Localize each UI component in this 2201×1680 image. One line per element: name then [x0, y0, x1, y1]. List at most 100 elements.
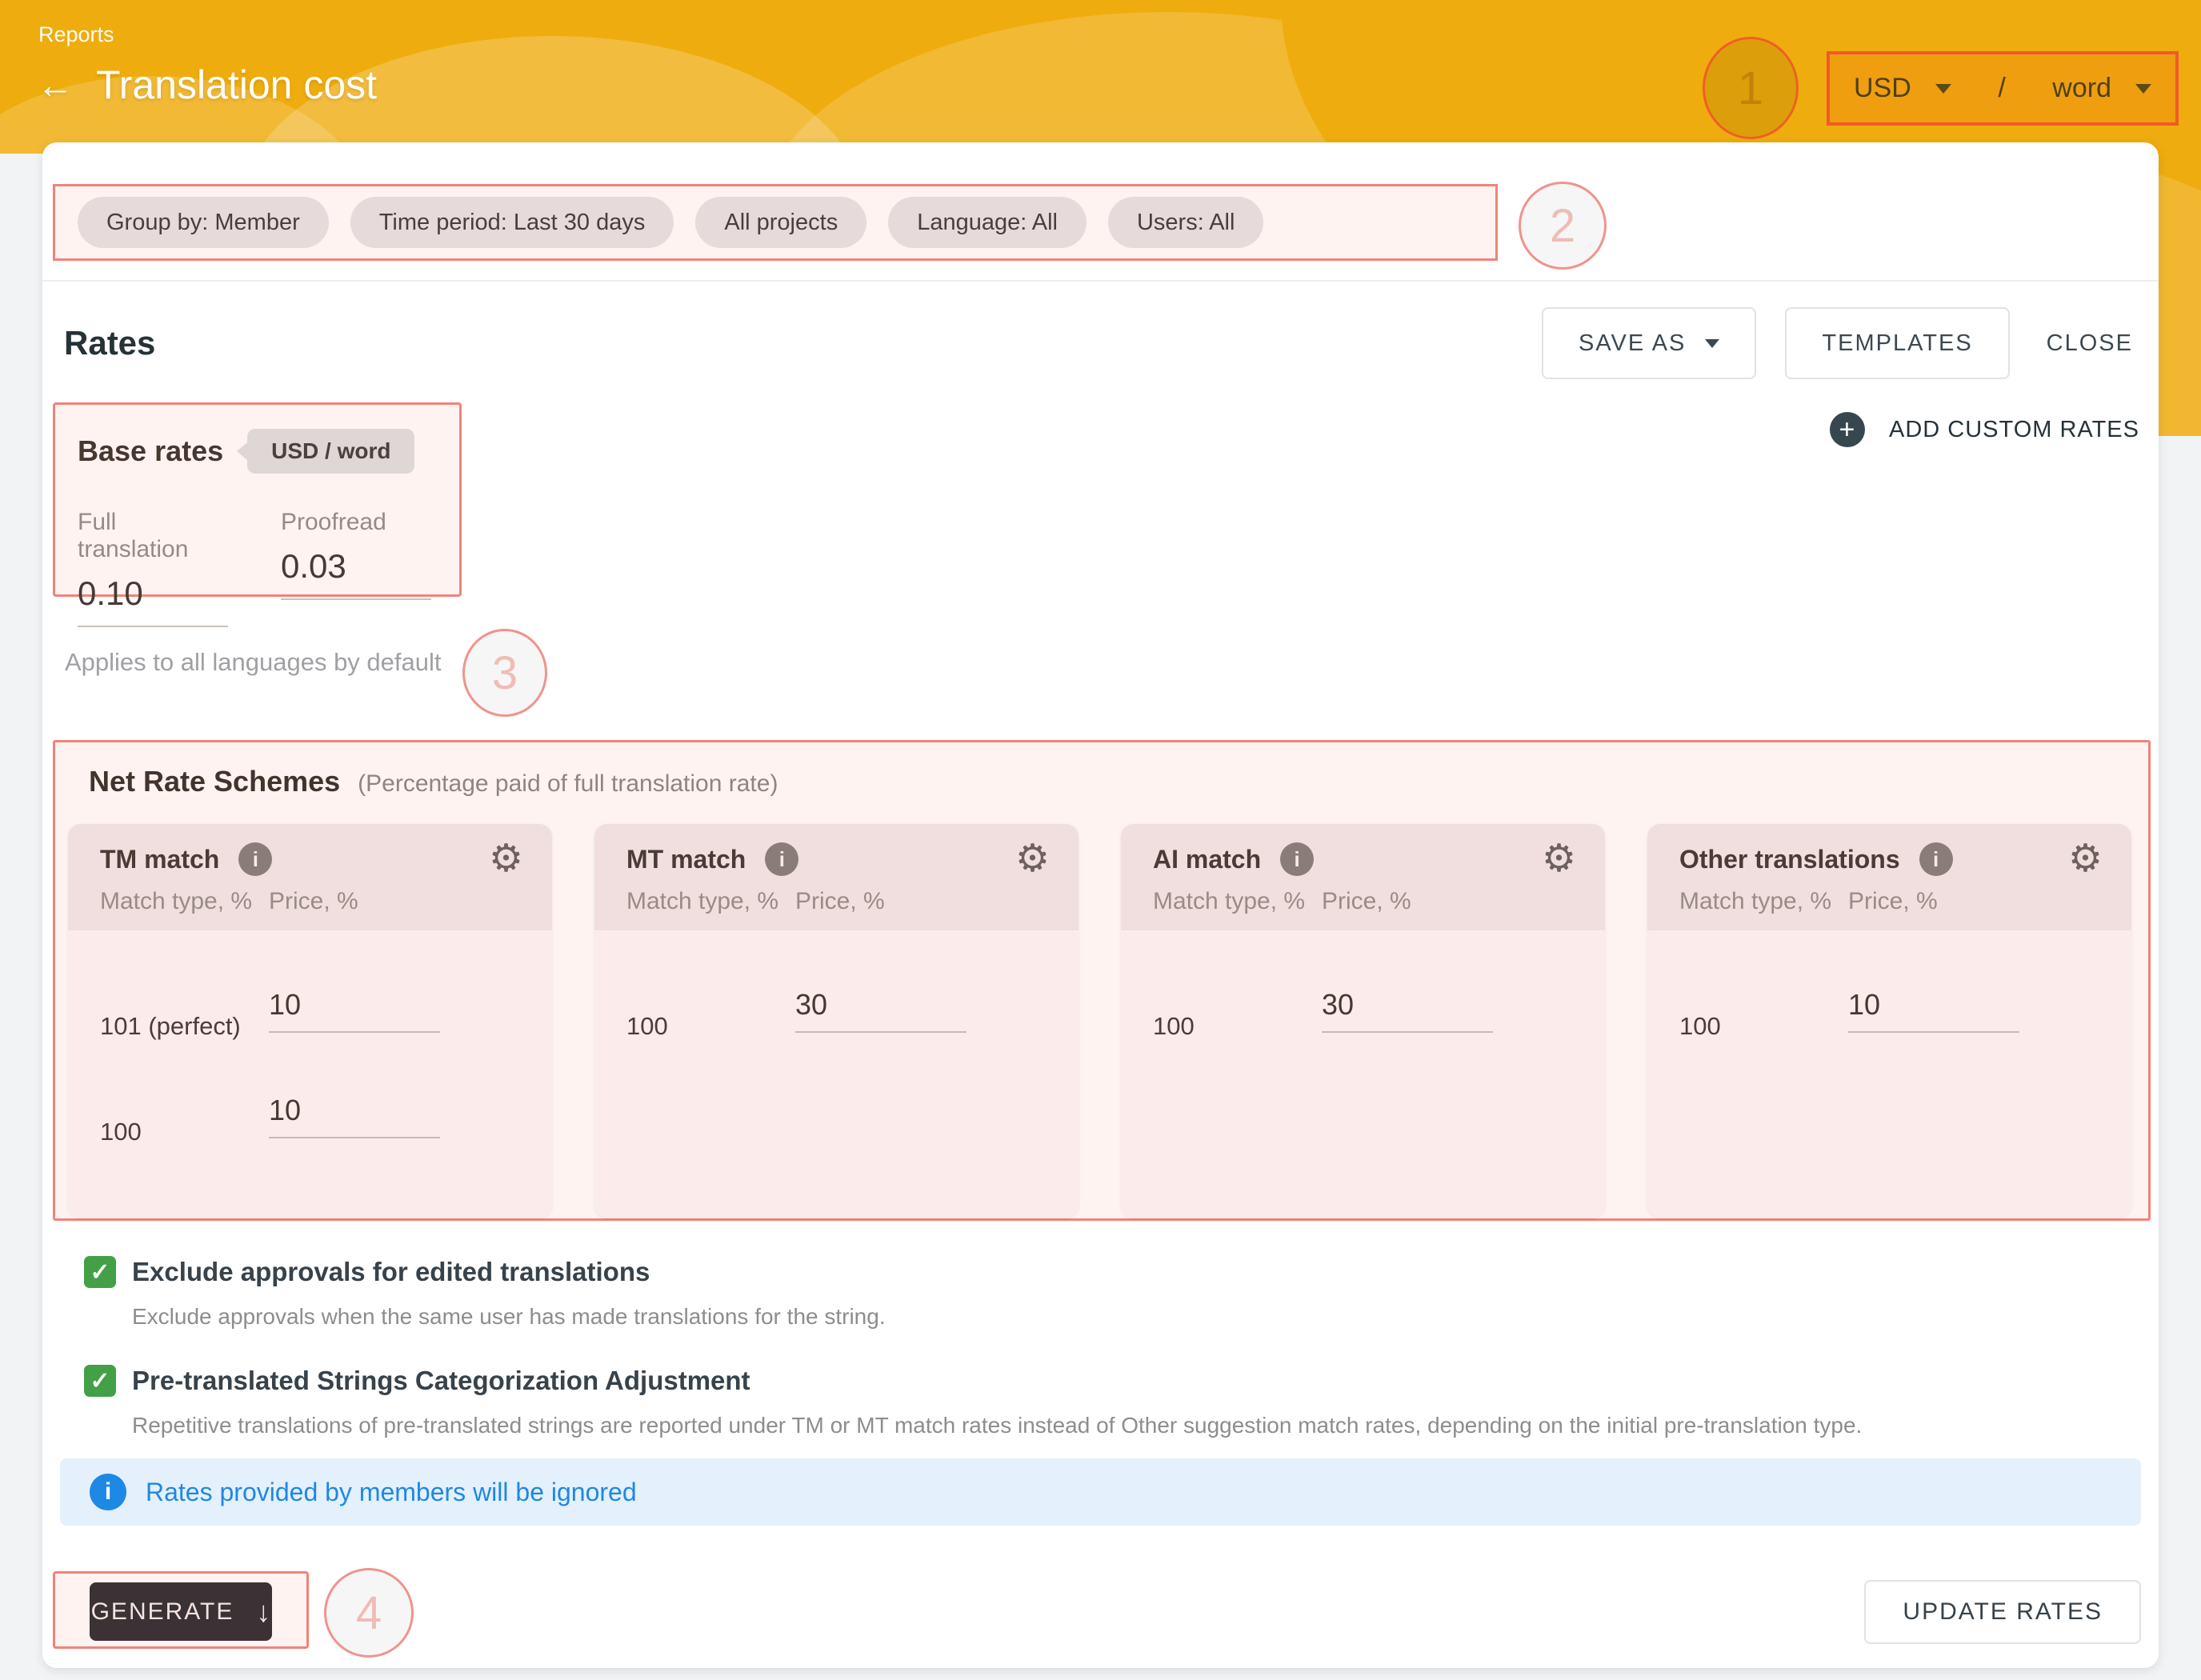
- table-row: 100 30: [1121, 948, 1605, 1054]
- templates-label: TEMPLATES: [1822, 330, 1972, 357]
- pretranslated-adjustment-label: Pre-translated Strings Categorization Ad…: [132, 1366, 750, 1396]
- annotation-step-3: 3: [462, 629, 547, 717]
- info-icon[interactable]: i: [238, 842, 272, 876]
- back-arrow-icon[interactable]: ←: [37, 66, 74, 103]
- report-settings-card: Group by: Member Time period: Last 30 da…: [42, 142, 2159, 1668]
- templates-button[interactable]: TEMPLATES: [1785, 307, 2009, 379]
- price-column-label: Price, %: [795, 888, 885, 915]
- report-options: ✓ Exclude approvals for edited translati…: [84, 1256, 1862, 1474]
- tm-match-rows: 101 (perfect) 10 100 10: [68, 930, 552, 1159]
- page-title-row: ← Translation cost: [37, 61, 377, 109]
- save-as-button[interactable]: SAVE AS: [1542, 307, 1756, 379]
- filter-chip-group-by[interactable]: Group by: Member: [78, 197, 329, 248]
- add-custom-rates-button[interactable]: + ADD CUSTOM RATES: [1830, 412, 2139, 447]
- price-input[interactable]: 10: [1848, 988, 2019, 1033]
- annotation-step-4: 4: [324, 1568, 414, 1658]
- generate-label: GENERATE: [91, 1598, 234, 1626]
- rates-header-row: Rates SAVE AS TEMPLATES CLOSE: [64, 299, 2141, 387]
- full-translation-label: Full translation: [78, 509, 228, 563]
- price-column-label: Price, %: [1848, 888, 1938, 915]
- annotation-step-2: 2: [1519, 182, 1607, 270]
- mt-match-card-header: MT match i ⚙ Match type, % Price, %: [594, 824, 1078, 930]
- price-column-label: Price, %: [269, 888, 358, 915]
- full-translation-field: Full translation 0.10: [78, 509, 228, 627]
- info-banner-text: Rates provided by members will be ignore…: [146, 1478, 637, 1507]
- chevron-down-icon: [2135, 84, 2151, 94]
- base-rates-note: Applies to all languages by default: [65, 648, 442, 677]
- table-row: 101 (perfect) 10: [68, 948, 552, 1054]
- generate-highlight: GENERATE ↓: [53, 1571, 309, 1649]
- ai-match-title: AI match: [1153, 845, 1261, 874]
- price-column-label: Price, %: [1322, 888, 1411, 915]
- currency-value: USD: [1854, 73, 1911, 104]
- annotation-number: 1: [1738, 62, 1763, 115]
- checkbox-checked[interactable]: ✓: [84, 1256, 116, 1288]
- info-icon[interactable]: i: [765, 842, 798, 876]
- base-rates-highlight: Base rates USD / word Full translation 0…: [53, 402, 462, 597]
- breadcrumb[interactable]: Reports: [38, 22, 114, 47]
- filter-chip-time-period[interactable]: Time period: Last 30 days: [350, 197, 674, 248]
- net-rate-schemes-title-row: Net Rate Schemes (Percentage paid of ful…: [89, 765, 2148, 798]
- match-type-value: 100: [100, 1118, 142, 1146]
- match-type-value: 100: [1679, 1012, 1721, 1041]
- gear-icon[interactable]: ⚙: [1542, 840, 1576, 878]
- filter-chip-language[interactable]: Language: All: [888, 197, 1086, 248]
- annotation-number: 2: [1550, 199, 1575, 253]
- chevron-down-icon: [1705, 339, 1719, 348]
- price-input[interactable]: 10: [269, 1094, 440, 1138]
- gear-icon[interactable]: ⚙: [1015, 840, 1050, 878]
- ai-match-card: AI match i ⚙ Match type, % Price, % 100 …: [1121, 824, 1605, 1218]
- filter-chip-users[interactable]: Users: All: [1108, 197, 1263, 248]
- currency-unit-highlight: USD / word: [1827, 51, 2179, 126]
- match-type-value: 101 (perfect): [100, 1012, 241, 1041]
- generate-button[interactable]: GENERATE ↓: [90, 1582, 272, 1641]
- full-translation-input[interactable]: 0.10: [78, 574, 228, 627]
- chevron-down-icon: [1935, 84, 1951, 94]
- proofread-field: Proofread 0.03: [281, 509, 431, 627]
- price-input[interactable]: 30: [1322, 988, 1493, 1033]
- update-rates-label: UPDATE RATES: [1903, 1598, 2103, 1626]
- gear-icon[interactable]: ⚙: [489, 840, 523, 878]
- mt-match-title: MT match: [626, 845, 746, 874]
- match-type-column-label: Match type, %: [100, 888, 269, 915]
- unit-value: word: [2052, 73, 2111, 104]
- match-type-column-label: Match type, %: [1679, 888, 1848, 915]
- mt-match-card: MT match i ⚙ Match type, % Price, % 100 …: [594, 824, 1078, 1218]
- plus-icon: +: [1830, 412, 1865, 447]
- annotation-step-1: 1: [1703, 37, 1799, 139]
- filter-chip-projects[interactable]: All projects: [695, 197, 866, 248]
- base-rates-fields: Full translation 0.10 Proofread 0.03: [78, 509, 459, 627]
- pretranslated-adjustment-option: ✓ Pre-translated Strings Categorization …: [84, 1365, 1862, 1438]
- other-translations-title: Other translations: [1679, 845, 1900, 874]
- other-translations-card-header: Other translations i ⚙ Match type, % Pri…: [1647, 824, 2131, 930]
- price-input[interactable]: 30: [795, 988, 966, 1033]
- close-button[interactable]: CLOSE: [2039, 309, 2141, 378]
- proofread-input[interactable]: 0.03: [281, 547, 431, 600]
- match-type-column-label: Match type, %: [1153, 888, 1322, 915]
- tm-match-card: TM match i ⚙ Match type, % Price, % 101 …: [68, 824, 552, 1218]
- gear-icon[interactable]: ⚙: [2068, 840, 2103, 878]
- filters-highlight: Group by: Member Time period: Last 30 da…: [53, 184, 1498, 261]
- match-type-value: 100: [626, 1012, 668, 1041]
- base-rates-title-row: Base rates USD / word: [78, 429, 459, 474]
- currency-unit-badge: USD / word: [247, 429, 414, 474]
- currency-select[interactable]: USD: [1854, 73, 1951, 104]
- net-rate-schemes-title: Net Rate Schemes: [89, 765, 340, 798]
- table-row: 100 30: [594, 948, 1078, 1054]
- match-type-value: 100: [1153, 1012, 1195, 1041]
- info-icon[interactable]: i: [1919, 842, 1953, 876]
- net-rate-cards: TM match i ⚙ Match type, % Price, % 101 …: [68, 824, 2148, 1218]
- ai-match-rows: 100 30: [1121, 930, 1605, 1054]
- unit-select[interactable]: word: [2052, 73, 2151, 104]
- save-as-label: SAVE AS: [1579, 330, 1686, 357]
- info-icon[interactable]: i: [1280, 842, 1314, 876]
- annotation-number: 4: [356, 1586, 382, 1640]
- price-input[interactable]: 10: [269, 988, 440, 1033]
- update-rates-button[interactable]: UPDATE RATES: [1864, 1580, 2141, 1644]
- annotation-number: 3: [492, 646, 518, 700]
- other-translations-card: Other translations i ⚙ Match type, % Pri…: [1647, 824, 2131, 1218]
- rates-title: Rates: [64, 324, 155, 362]
- match-type-column-label: Match type, %: [626, 888, 795, 915]
- exclude-approvals-label: Exclude approvals for edited translation…: [132, 1257, 650, 1287]
- checkbox-checked[interactable]: ✓: [84, 1365, 116, 1397]
